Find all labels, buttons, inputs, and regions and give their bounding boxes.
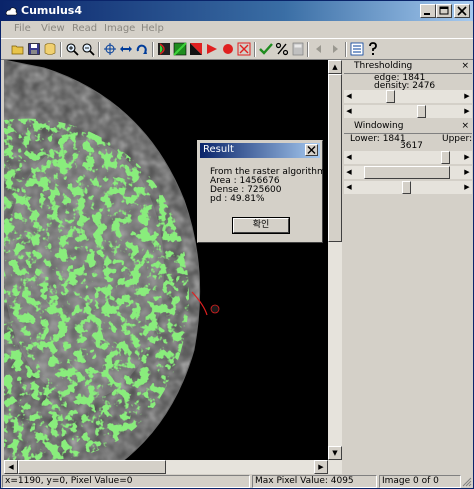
horizontal-scroll-thumb[interactable] (18, 460, 166, 474)
edge-slider-thumb[interactable] (386, 90, 395, 103)
upper-slider[interactable]: ◀ ▶ (344, 166, 472, 179)
app-icon (5, 7, 18, 16)
toolbar-separator (254, 42, 256, 57)
percent-icon[interactable] (275, 42, 289, 56)
menu-file[interactable]: File (14, 23, 31, 34)
dialog-title-bar[interactable]: Result (200, 143, 320, 158)
close-icon (307, 146, 316, 154)
toolbar-separator (60, 42, 62, 57)
toolbar-separator (98, 42, 100, 57)
image-horizontal-scrollbar[interactable]: ◀ ▶ (4, 460, 342, 474)
slider-left-arrow[interactable]: ◀ (344, 105, 354, 118)
status-bar: x=1190, y=0, Pixel Value=0 Max Pixel Val… (1, 474, 473, 488)
lower-value: Lower: 1841 (350, 134, 406, 144)
side-panel: Thresholding × edge: 1841 density: 2476 … (342, 60, 473, 474)
prev-icon[interactable] (312, 42, 326, 56)
windowing-panel-title: Windowing × (344, 120, 472, 134)
maximize-button[interactable] (436, 4, 452, 18)
window-slider[interactable]: ◀ ▶ (344, 181, 472, 194)
lower-slider-thumb[interactable] (441, 151, 450, 164)
upper-label: Upper: (442, 134, 473, 144)
slider-right-arrow[interactable]: ▶ (462, 151, 472, 164)
skin-line-icon[interactable] (157, 42, 171, 56)
red-dot-icon[interactable] (221, 42, 235, 56)
green-fill-icon[interactable] (173, 42, 187, 56)
menu-bar: File View Read Image Help (1, 21, 473, 38)
red-cross-icon[interactable] (237, 42, 251, 56)
slider-left-arrow[interactable]: ◀ (344, 90, 354, 103)
thresholding-title: Thresholding (354, 61, 413, 71)
zoom-out-icon[interactable] (81, 42, 95, 56)
scroll-down-button[interactable]: ▼ (328, 446, 342, 460)
close-button[interactable] (454, 4, 470, 18)
slider-left-arrow[interactable]: ◀ (344, 151, 354, 164)
menu-help[interactable]: Help (141, 23, 164, 34)
image-index-status: Image 0 of 0 (379, 475, 461, 488)
calculate-icon[interactable] (291, 42, 305, 56)
red-edge-icon[interactable] (205, 42, 219, 56)
upper-value: 3617 (400, 141, 423, 150)
result-percent-density: pd : 49.81% (210, 194, 265, 204)
open-icon[interactable] (11, 42, 25, 56)
help-icon[interactable] (366, 42, 380, 56)
menu-read[interactable]: Read (72, 23, 97, 34)
database-icon[interactable] (43, 42, 57, 56)
result-dialog: Result From the raster algorithm: Area :… (197, 140, 329, 243)
dialog-title: Result (203, 144, 234, 155)
thresholding-panel-title: Thresholding × (344, 60, 472, 74)
menu-view[interactable]: View (41, 23, 65, 34)
dialog-close-button[interactable] (305, 144, 318, 156)
close-icon[interactable]: × (461, 60, 469, 73)
lower-slider[interactable]: ◀ ▶ (344, 151, 472, 164)
close-icon[interactable]: × (461, 120, 469, 133)
slider-left-arrow[interactable]: ◀ (344, 181, 354, 194)
app-window: Cumulus4 File View Read Image Help ▲ ▼ ◀… (0, 0, 474, 489)
image-viewport[interactable] (4, 60, 328, 460)
toolbar-separator (307, 42, 309, 57)
toolbar (1, 38, 473, 60)
zoom-in-icon[interactable] (65, 42, 79, 56)
density-slider-thumb[interactable] (417, 105, 426, 118)
slider-right-arrow[interactable]: ▶ (462, 105, 472, 118)
max-pixel-status: Max Pixel Value: 4095 (252, 475, 377, 488)
stats-icon[interactable] (350, 42, 364, 56)
density-value: density: 2476 (374, 81, 436, 90)
toolbar-separator (152, 42, 154, 57)
crosshair-icon[interactable] (103, 42, 117, 56)
ok-button[interactable]: 확인 (232, 217, 290, 234)
slider-right-arrow[interactable]: ▶ (462, 166, 472, 179)
slider-right-arrow[interactable]: ▶ (462, 90, 472, 103)
upper-slider-thumb[interactable] (364, 166, 450, 179)
pan-icon[interactable] (119, 42, 133, 56)
density-slider[interactable]: ◀ ▶ (344, 105, 472, 118)
slider-right-arrow[interactable]: ▶ (462, 181, 472, 194)
image-vertical-scrollbar[interactable]: ▲ ▼ (328, 60, 342, 460)
window-title: Cumulus4 (21, 4, 82, 17)
title-bar[interactable]: Cumulus4 (1, 1, 473, 21)
mammogram-image (4, 60, 328, 460)
maximize-icon (439, 6, 449, 15)
save-icon[interactable] (27, 42, 41, 56)
check-icon[interactable] (259, 42, 273, 56)
resize-grip-icon[interactable] (462, 477, 472, 487)
rotate-icon[interactable] (135, 42, 149, 56)
vertical-scroll-thumb[interactable] (328, 74, 342, 242)
window-slider-thumb[interactable] (402, 181, 411, 194)
edge-slider[interactable]: ◀ ▶ (344, 90, 472, 103)
red-fill-icon[interactable] (189, 42, 203, 56)
scroll-right-button[interactable]: ▶ (314, 460, 328, 474)
minimize-icon (424, 13, 430, 15)
cursor-status: x=1190, y=0, Pixel Value=0 (2, 475, 250, 488)
menu-image[interactable]: Image (104, 23, 135, 34)
slider-left-arrow[interactable]: ◀ (344, 166, 354, 179)
next-icon[interactable] (328, 42, 342, 56)
scroll-left-button[interactable]: ◀ (4, 460, 18, 474)
scroll-up-button[interactable]: ▲ (328, 60, 342, 74)
toolbar-separator (345, 42, 347, 57)
minimize-button[interactable] (420, 4, 436, 18)
close-icon (457, 6, 467, 16)
windowing-title: Windowing (354, 121, 404, 131)
